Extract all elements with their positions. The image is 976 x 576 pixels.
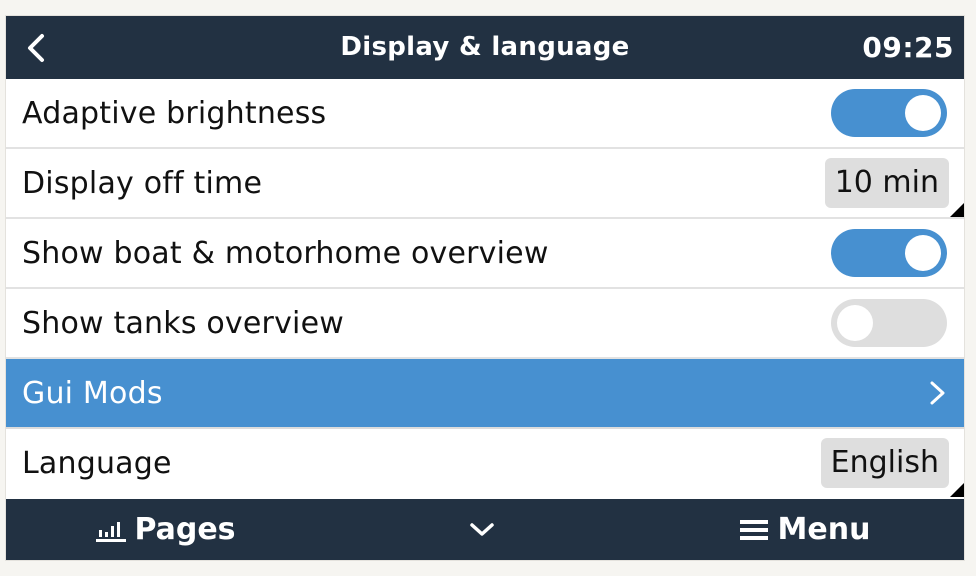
header-bar: Display & language 09:25 <box>6 16 964 79</box>
pages-label: Pages <box>134 512 236 547</box>
display-language-screen: Display & language 09:25 Adaptive bright… <box>5 15 965 561</box>
boat-motorhome-overview-toggle[interactable] <box>831 229 947 277</box>
setting-boat-motorhome-overview[interactable]: Show boat & motorhome overview <box>6 219 964 289</box>
display-off-time-value[interactable]: 10 min <box>824 158 949 208</box>
menu-button[interactable]: Menu <box>646 499 964 560</box>
setting-label: Display off time <box>22 165 263 201</box>
footer-bar: Pages Menu <box>6 499 964 560</box>
clock: 09:25 <box>862 31 954 64</box>
settings-list: Adaptive brightness Display off time 10 … <box>6 79 964 497</box>
scroll-down-button[interactable] <box>326 499 646 560</box>
setting-label: Show tanks overview <box>22 305 344 341</box>
adaptive-brightness-toggle[interactable] <box>831 89 947 137</box>
setting-adaptive-brightness[interactable]: Adaptive brightness <box>6 79 964 149</box>
setting-label: Language <box>22 445 172 481</box>
tanks-overview-toggle[interactable] <box>831 299 947 347</box>
chevron-down-icon <box>470 522 494 536</box>
setting-tanks-overview[interactable]: Show tanks overview <box>6 289 964 359</box>
setting-language[interactable]: Language English <box>6 429 964 497</box>
setting-display-off-time[interactable]: Display off time 10 min <box>6 149 964 219</box>
edit-corner-indicator-icon <box>950 483 964 497</box>
menu-label: Menu <box>777 512 871 547</box>
page-title: Display & language <box>340 32 630 62</box>
chevron-right-icon <box>930 381 945 405</box>
toggle-knob <box>905 235 941 271</box>
setting-label: Show boat & motorhome overview <box>22 235 549 271</box>
edit-corner-indicator-icon <box>950 203 964 217</box>
toggle-knob <box>837 305 873 341</box>
toggle-knob <box>905 95 941 131</box>
setting-label: Gui Mods <box>22 375 163 411</box>
bar-chart-icon <box>96 521 127 542</box>
language-value[interactable]: English <box>820 438 949 488</box>
hamburger-menu-icon <box>739 519 768 540</box>
setting-label: Adaptive brightness <box>22 95 327 131</box>
pages-button[interactable]: Pages <box>6 499 326 560</box>
setting-gui-mods[interactable]: Gui Mods <box>6 359 964 429</box>
